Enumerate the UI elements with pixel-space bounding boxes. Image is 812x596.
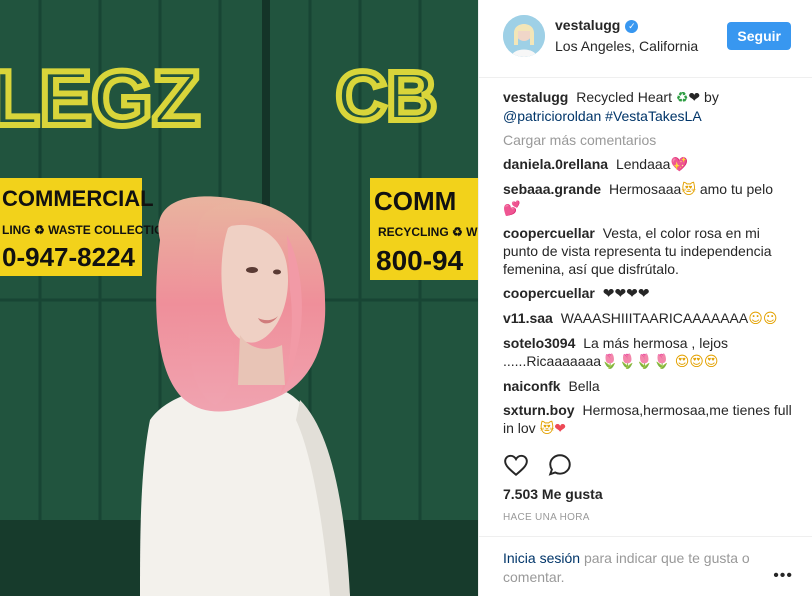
avatar[interactable]: [503, 15, 545, 57]
post-details-panel: vestalugg ✓ Los Angeles, California Segui…: [478, 0, 812, 596]
post-timestamp: HACE UNA HORA: [503, 512, 590, 523]
avatar-image: [503, 15, 545, 57]
location-link[interactable]: Los Angeles, California: [555, 38, 698, 54]
graffiti-left: LEGZ: [0, 54, 200, 142]
sign-right-title: COMM: [374, 186, 456, 216]
username-link[interactable]: vestalugg ✓: [555, 17, 639, 33]
caption-text: Recycled Heart: [576, 89, 672, 105]
sign-left-sub: LING ♻ WASTE COLLECTION: [2, 223, 172, 237]
heart-eyes-icon: 😍😍😍: [674, 354, 719, 370]
red-heart-icon: ❤: [554, 421, 566, 437]
post-actions: [503, 452, 587, 480]
hearts-icon: ❤❤❤❤: [602, 286, 650, 302]
comment-text-2: amo tu pelo: [699, 181, 773, 197]
comment-user[interactable]: sotelo3094: [503, 335, 575, 351]
comment-text: Lendaaa: [615, 156, 671, 172]
photo-scene: LEGZ CB COMMERCIAL LING ♻ WASTE COLLECTI…: [0, 0, 478, 596]
comment-text: WAAASHIIITAARICAAAAAAA: [560, 310, 749, 326]
sign-right-sub: RECYCLING ♻ W: [378, 225, 478, 239]
caption: vestalugg Recycled Heart ♻❤ by @patricio…: [503, 88, 793, 125]
like-svg: [504, 454, 528, 477]
list-item: daniela.0rellana Lendaaa💖: [503, 155, 793, 174]
heart-emoji-icon: ❤: [688, 90, 701, 106]
follow-button[interactable]: Seguir: [727, 22, 791, 50]
load-more-comments[interactable]: Cargar más comentarios: [503, 131, 793, 149]
tulip-icon: 🌷🌷🌷🌷: [601, 354, 671, 370]
caption-by: by: [704, 89, 719, 105]
list-item: sotelo3094 La más hermosa , lejos ......…: [503, 334, 793, 371]
comment-user[interactable]: sxturn.boy: [503, 402, 575, 418]
comment-text: Bella: [568, 378, 600, 394]
comment-user[interactable]: daniela.0rellana: [503, 156, 608, 172]
two-hearts-icon: 💕: [503, 201, 521, 217]
list-item: v11.saa WAAASHIIITAARICAAAAAAA☺☺: [503, 309, 793, 328]
comment-user[interactable]: coopercuellar: [503, 225, 595, 241]
login-prompt: Inicia sesión para indicar que te gusta …: [503, 549, 773, 587]
list-item: coopercuellar Vesta, el color rosa en mi…: [503, 224, 793, 278]
graffiti-right: CB: [336, 57, 437, 135]
comments-list[interactable]: vestalugg Recycled Heart ♻❤ by @patricio…: [503, 88, 793, 438]
list-item: sxturn.boy Hermosa,hermosaa,me tienes fu…: [503, 401, 793, 438]
like-count[interactable]: 7.503 Me gusta: [503, 486, 603, 502]
comment-bubble-icon[interactable]: [547, 452, 573, 478]
sign-right-phone: 800-94: [376, 245, 464, 276]
comment-user[interactable]: naiconfk: [503, 378, 561, 394]
heart-outline-icon[interactable]: [503, 452, 529, 478]
username-text: vestalugg: [555, 17, 621, 33]
comment-svg: [549, 454, 572, 476]
caption-user[interactable]: vestalugg: [503, 89, 568, 105]
comment-user[interactable]: coopercuellar: [503, 285, 595, 301]
verified-badge-icon: ✓: [625, 20, 639, 33]
smiling-face-icon: ☺☺: [748, 311, 778, 327]
sign-left-phone: 0-947-8224: [2, 242, 136, 272]
comment-user[interactable]: sebaaa.grande: [503, 181, 601, 197]
list-item: coopercuellar ❤❤❤❤: [503, 284, 793, 303]
comment-text: Hermosaaa: [608, 181, 682, 197]
comment-user[interactable]: v11.saa: [503, 310, 553, 326]
caption-mention[interactable]: @patricioroldan: [503, 108, 601, 124]
heart-eyes-cat-icon: 😻: [681, 182, 696, 198]
login-link[interactable]: Inicia sesión: [503, 550, 580, 566]
post-header: vestalugg ✓ Los Angeles, California Segui…: [479, 0, 812, 78]
recycle-icon: ♻: [675, 90, 689, 106]
list-item: sebaaa.grande Hermosaaa😻 amo tu pelo 💕: [503, 180, 793, 218]
post-footer: Inicia sesión para indicar que te gusta …: [479, 536, 812, 596]
caption-hashtag[interactable]: #VestaTakesLA: [605, 108, 702, 124]
heart-eyes-cat-icon: 😻: [539, 421, 555, 437]
sign-left-title: COMMERCIAL: [2, 186, 154, 211]
post-photo[interactable]: LEGZ CB COMMERCIAL LING ♻ WASTE COLLECTI…: [0, 0, 478, 596]
more-options-icon[interactable]: •••: [773, 567, 793, 585]
sparkling-heart-icon: 💖: [670, 157, 688, 173]
list-item: naiconfk Bella: [503, 377, 793, 395]
